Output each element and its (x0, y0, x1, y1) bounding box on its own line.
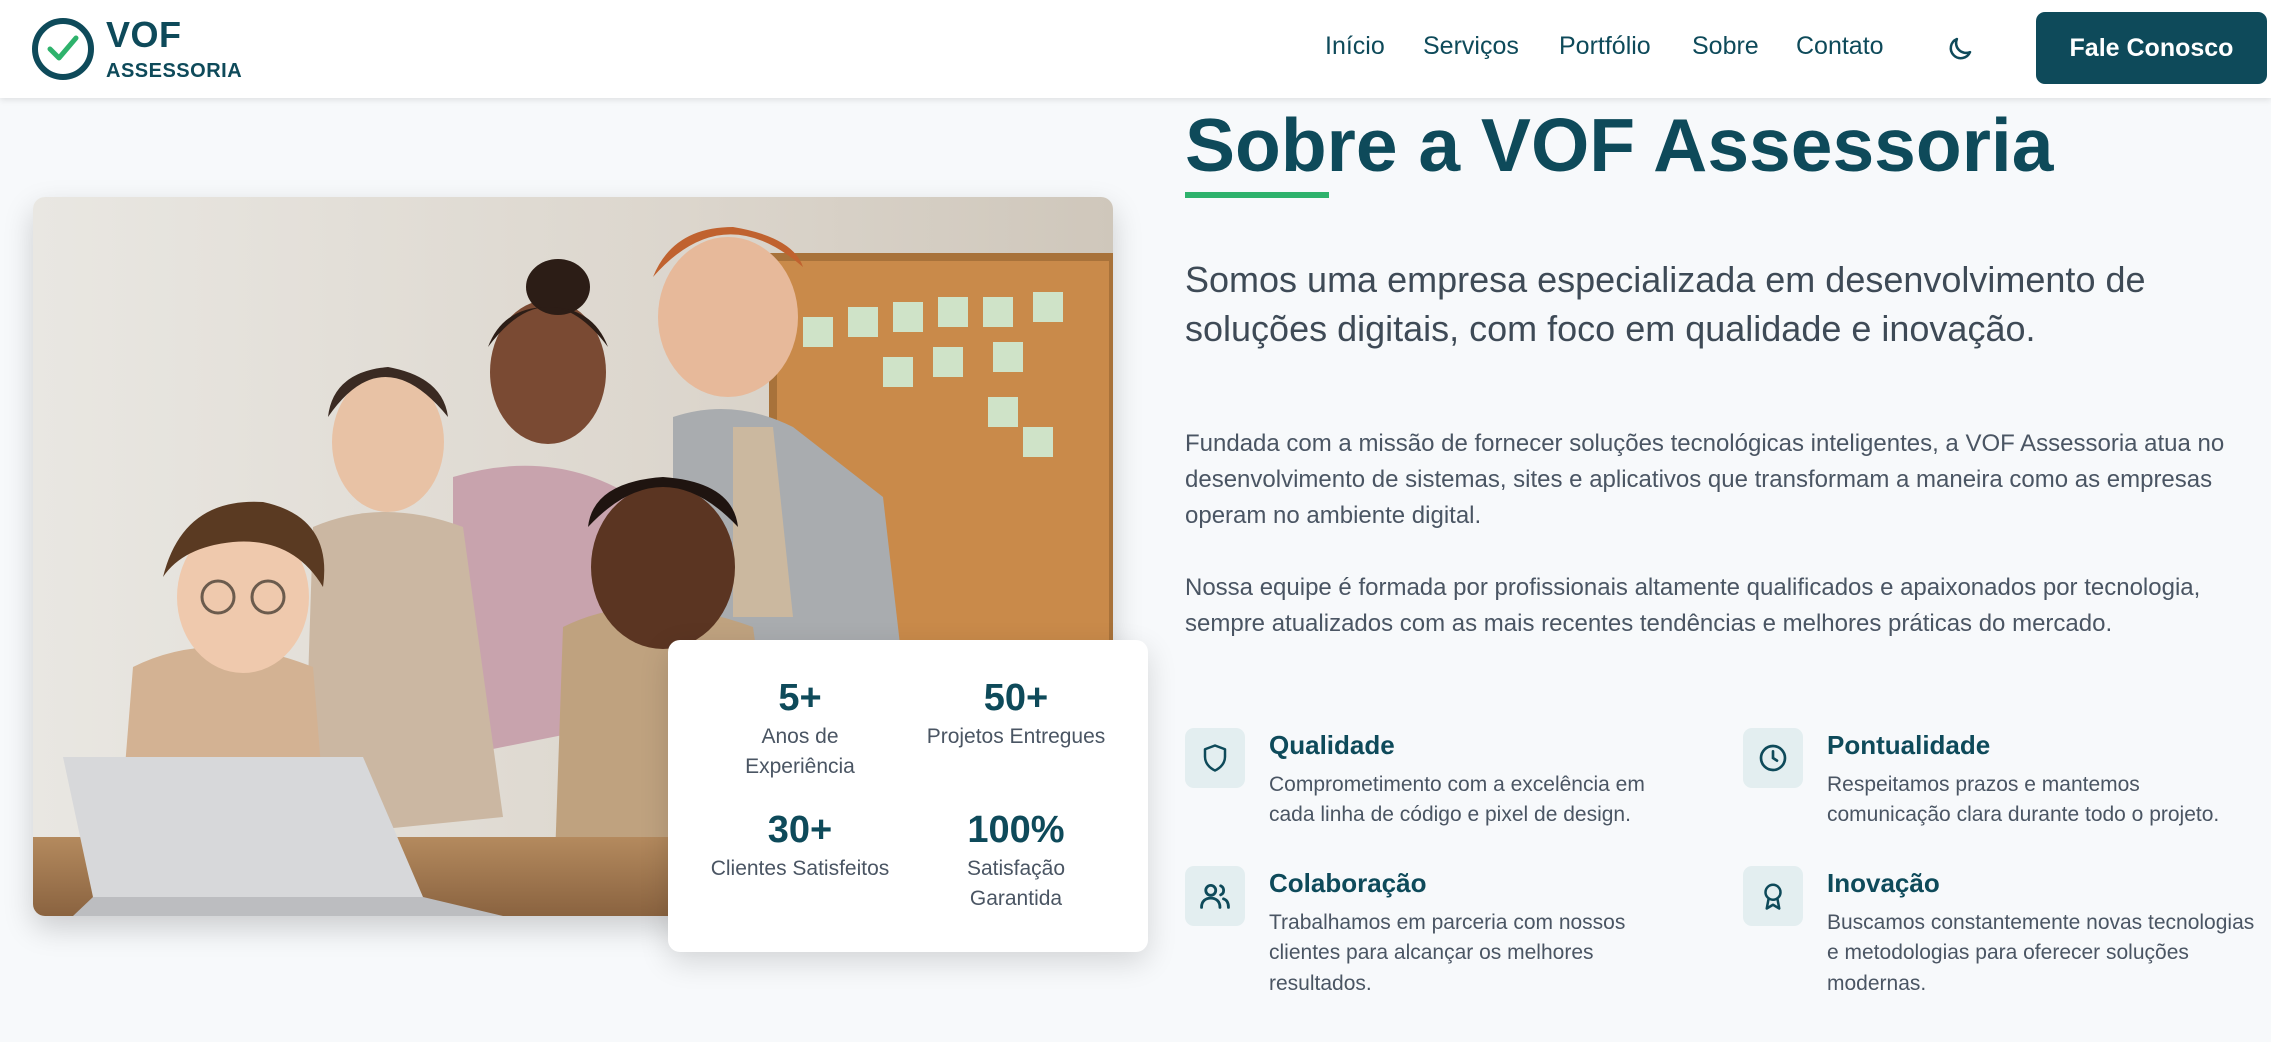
about-paragraph-1: Fundada com a missão de fornecer soluçõe… (1185, 430, 2225, 529)
nav-link-servicos[interactable]: Serviços (1423, 32, 1519, 61)
nav-link-contato[interactable]: Contato (1796, 32, 1884, 61)
about-paragraph-2: Nossa equipe é formada por profissionais… (1185, 574, 2201, 637)
clock-icon (1743, 728, 1803, 788)
theme-toggle[interactable] (1942, 31, 1978, 67)
stat-clients: 30+ Clientes Satisfeitos (700, 809, 900, 884)
contact-cta-button[interactable]: Fale Conosco (2036, 12, 2267, 84)
stat-value: 100% (967, 809, 1065, 851)
feature-title: Inovação (1827, 868, 1940, 898)
nav-link-inicio[interactable]: Início (1325, 32, 1385, 61)
stat-experience: 5+ Anos de Experiência (700, 677, 900, 783)
main-nav: Início Serviços Portfólio Sobre Contato … (0, 0, 2271, 98)
shield-icon (1185, 728, 1245, 788)
stat-value: 5+ (778, 677, 822, 719)
users-icon (1185, 866, 1245, 926)
moon-icon (1949, 37, 1972, 60)
stat-label: Satisfação Garantida (966, 856, 1066, 911)
feature-description: Comprometimento com a excelência em cada… (1269, 773, 1645, 827)
award-icon (1743, 866, 1803, 926)
stat-label: Projetos Entregues (926, 724, 1106, 748)
stat-satisfaction: 100% Satisfação Garantida (916, 809, 1116, 915)
feature-description: Buscamos constantemente novas tecnologia… (1827, 911, 2255, 995)
feature-title: Colaboração (1269, 868, 1427, 898)
section-title: Sobre a VOF Assessoria (1185, 103, 2054, 187)
title-underline (1185, 192, 1329, 198)
stat-label: Anos de Experiência (745, 724, 855, 779)
stat-value: 50+ (983, 677, 1049, 719)
stat-label: Clientes Satisfeitos (710, 856, 890, 880)
stats-card: 5+ Anos de Experiência 50+ Projetos Entr… (668, 640, 1148, 952)
feature-title: Qualidade (1269, 730, 1395, 760)
section-lead: Somos uma empresa especializada em desen… (1185, 259, 2146, 349)
stat-value: 30+ (767, 809, 833, 851)
stat-projects: 50+ Projetos Entregues (916, 677, 1116, 752)
site-header: VOF ASSESSORIA Início Serviços Portfólio… (0, 0, 2271, 98)
nav-link-portfolio[interactable]: Portfólio (1559, 32, 1651, 61)
feature-title: Pontualidade (1827, 730, 1991, 760)
feature-description: Respeitamos prazos e mantemos comunicaçã… (1827, 773, 2220, 827)
feature-description: Trabalhamos em parceria com nossos clien… (1269, 911, 1626, 995)
nav-link-sobre[interactable]: Sobre (1692, 32, 1759, 61)
